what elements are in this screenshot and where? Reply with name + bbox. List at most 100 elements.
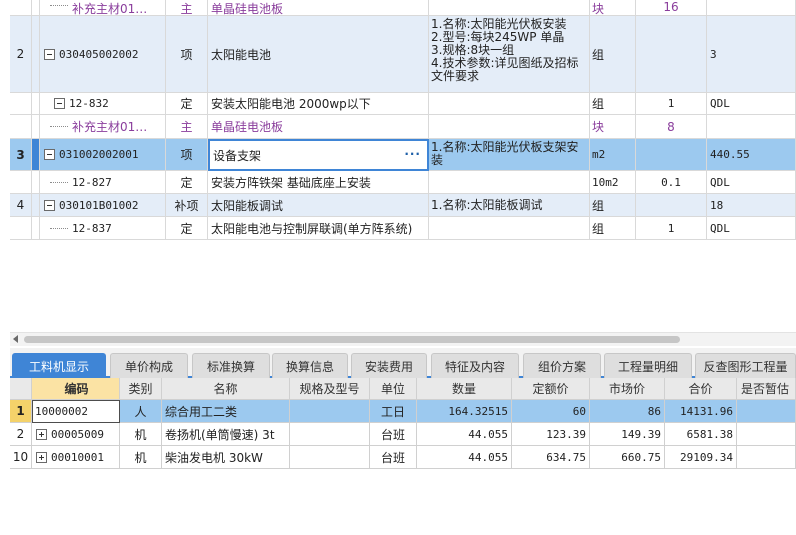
resource-quantity: 44.055 (417, 423, 512, 446)
tab-labor-material-machine[interactable]: 工料机显示 (12, 353, 106, 378)
item-type: 主 (166, 0, 208, 16)
item-feature (429, 93, 590, 115)
tab-features-contents[interactable]: 特征及内容 (431, 353, 519, 378)
item-type: 补项 (166, 194, 208, 217)
header-quantity[interactable]: 数量 (417, 378, 512, 400)
header-category[interactable]: 类别 (120, 378, 162, 400)
grid-row-item-selected[interactable]: 3 031002002001 项 设备支架 ··· 1.名称:太阳能光伏板支架安… (10, 139, 796, 171)
item-unit: 组 (590, 194, 636, 217)
resource-unit: 台班 (370, 423, 417, 446)
row-marker (32, 0, 40, 16)
item-quantity-expr (636, 16, 707, 93)
horizontal-scrollbar[interactable] (10, 332, 796, 346)
collapse-icon[interactable] (44, 149, 55, 160)
item-code: 补充主材01… (40, 0, 166, 16)
grid-row-material[interactable]: 补充主材01… 主 单晶硅电池板 块 16 (10, 0, 796, 16)
item-quantity: 3 (707, 16, 796, 93)
resource-code: 00010001 (32, 446, 120, 469)
resource-unit: 台班 (370, 446, 417, 469)
grid-row-quota[interactable]: 12-832 定 安装太阳能电池 2000wp以下 组 1 QDL (10, 93, 796, 115)
row-number: 4 (10, 194, 32, 217)
item-feature (429, 115, 590, 139)
header-name[interactable]: 名称 (162, 378, 290, 400)
grid-row-item[interactable]: 2 030405002002 项 太阳能电池 1.名称:太阳能光伏板安装 2.型… (10, 16, 796, 93)
header-market-price[interactable]: 市场价 (590, 378, 665, 400)
resource-row-selected[interactable]: 1 10000002 人 综合用工二类 工日 164.32515 60 86 1… (10, 400, 796, 423)
tab-standard-conversion[interactable]: 标准换算 (192, 353, 270, 378)
grid-header: 编码 类别 名称 规格及型号 单位 数量 定额价 市场价 合价 是否暂估 (10, 378, 796, 400)
item-name: 太阳能板调试 (208, 194, 429, 217)
item-name: 安装方阵铁架 基础底座上安装 (208, 171, 429, 194)
grid-row-quota[interactable]: 12-827 定 安装方阵铁架 基础底座上安装 10m2 0.1 QDL (10, 171, 796, 194)
resource-market-price: 660.75 (590, 446, 665, 469)
tab-quantity-details[interactable]: 工程量明细 (604, 353, 692, 378)
row-number: 3 (10, 139, 32, 171)
scroll-left-icon[interactable] (13, 335, 18, 343)
item-name: 安装太阳能电池 2000wp以下 (208, 93, 429, 115)
item-feature (429, 171, 590, 194)
tab-installation-fees[interactable]: 安装费用 (351, 353, 427, 378)
item-code: 030405002002 (40, 16, 166, 93)
item-unit: 组 (590, 217, 636, 240)
item-name: 太阳能电池与控制屏联调(单方阵系统) (208, 217, 429, 240)
grid-row-quota[interactable]: 12-837 定 太阳能电池与控制屏联调(单方阵系统) 组 1 QDL (10, 217, 796, 240)
expand-icon[interactable] (36, 428, 47, 440)
item-code: 12-832 (40, 93, 166, 115)
header-total[interactable]: 合价 (665, 378, 737, 400)
row-marker (32, 194, 40, 217)
row-number (10, 171, 32, 194)
grid-row-item[interactable]: 4 030101B01002 补项 太阳能板调试 1.名称:太阳能板调试 组 1… (10, 194, 796, 217)
grid-row-material[interactable]: 补充主材01… 主 单晶硅电池板 块 8 (10, 115, 796, 139)
collapse-icon[interactable] (44, 48, 55, 60)
resource-category: 机 (120, 423, 162, 446)
header-spec[interactable]: 规格及型号 (290, 378, 370, 400)
resource-code: 00005009 (32, 423, 120, 446)
item-unit: m2 (590, 139, 636, 171)
tab-reverse-lookup-quantity[interactable]: 反查图形工程量 (695, 353, 796, 378)
item-type: 定 (166, 171, 208, 194)
row-marker (32, 171, 40, 194)
resource-market-price: 149.39 (590, 423, 665, 446)
row-number: 2 (10, 16, 32, 93)
scrollbar-thumb[interactable] (24, 336, 680, 343)
tab-unit-price-composition[interactable]: 单价构成 (110, 353, 188, 378)
item-code: 12-837 (40, 217, 166, 240)
collapse-icon[interactable] (44, 199, 55, 211)
tab-pricing-plan[interactable]: 组价方案 (523, 353, 601, 378)
row-number: 10 (10, 446, 32, 469)
header-unit[interactable]: 单位 (370, 378, 417, 400)
resource-row[interactable]: 10 00010001 机 柴油发电机 30kW 台班 44.055 634.7… (10, 446, 796, 469)
item-name: 单晶硅电池板 (208, 115, 429, 139)
item-quantity-expr: 1 (636, 217, 707, 240)
row-number (10, 93, 32, 115)
more-options-button[interactable]: ··· (404, 147, 421, 161)
header-code[interactable]: 编码 (32, 378, 120, 400)
item-name: 太阳能电池 (208, 16, 429, 93)
row-number (10, 115, 32, 139)
resource-spec (290, 446, 370, 469)
resource-spec (290, 423, 370, 446)
row-number (10, 217, 32, 240)
item-name-editor[interactable]: 设备支架 ··· (208, 139, 429, 171)
item-type: 项 (166, 139, 208, 171)
item-quantity: QDL (707, 171, 796, 194)
resource-code-input[interactable]: 10000002 (32, 400, 120, 423)
item-feature (429, 0, 590, 16)
resource-category: 人 (120, 400, 162, 423)
item-type: 项 (166, 16, 208, 93)
item-quantity: 18 (707, 194, 796, 217)
row-number: 2 (10, 423, 32, 446)
collapse-icon[interactable] (54, 98, 65, 109)
resource-row[interactable]: 2 00005009 机 卷扬机(单筒慢速) 3t 台班 44.055 123.… (10, 423, 796, 446)
row-marker (32, 139, 40, 171)
header-quota-price[interactable]: 定额价 (512, 378, 590, 400)
resource-total: 6581.38 (665, 423, 737, 446)
row-marker (32, 115, 40, 139)
item-quantity: QDL (707, 217, 796, 240)
expand-icon[interactable] (36, 451, 47, 463)
item-quantity-expr (636, 194, 707, 217)
tab-conversion-info[interactable]: 换算信息 (272, 353, 348, 378)
resource-name: 柴油发电机 30kW (162, 446, 290, 469)
detail-tab-bar: 工料机显示 单价构成 标准换算 换算信息 安装费用 特征及内容 组价方案 工程量… (10, 348, 796, 378)
header-provisional[interactable]: 是否暂估 (737, 378, 796, 400)
